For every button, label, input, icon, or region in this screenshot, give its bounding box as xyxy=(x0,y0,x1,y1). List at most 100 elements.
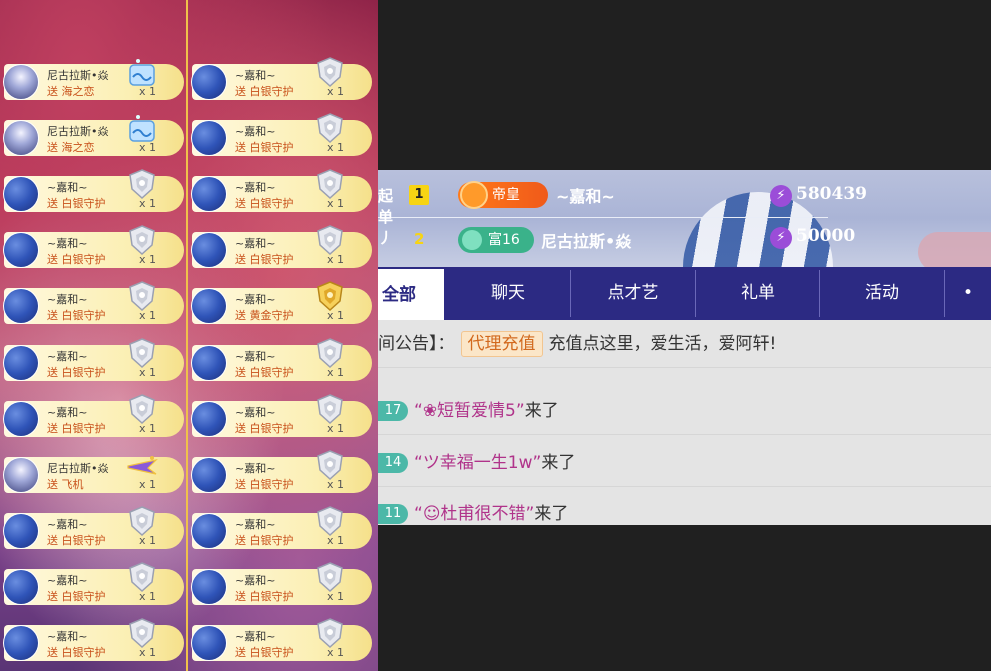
avatar[interactable] xyxy=(192,626,226,660)
gift-sender-name[interactable]: ~嘉和~ xyxy=(47,179,87,195)
rank-2-score: 50000 xyxy=(796,226,856,246)
avatar[interactable] xyxy=(192,289,226,323)
gift-name: 送 白银守护 xyxy=(235,590,294,603)
ranking-side-label: 起 单 丿 xyxy=(378,187,394,247)
chat-message: 14 “ツ幸福一生1w”来了 xyxy=(378,448,575,473)
quote-open: “ xyxy=(414,401,423,421)
gift-name: 送 飞机 xyxy=(47,478,84,491)
chat-text: 来了 xyxy=(541,453,576,473)
quote-close: ” xyxy=(515,401,525,421)
avatar[interactable] xyxy=(192,177,226,211)
gift-sender-name[interactable]: ~嘉和~ xyxy=(47,516,87,532)
gift-sender-name[interactable]: ~嘉和~ xyxy=(235,291,275,307)
gift-sender-name[interactable]: 尼古拉斯•焱 xyxy=(47,67,109,83)
gift-name: 送 白银守护 xyxy=(47,366,106,379)
avatar[interactable] xyxy=(4,570,38,604)
lightning-icon: ⚡ xyxy=(770,185,792,207)
gift-name: 送 白银守护 xyxy=(235,85,294,98)
gift-sender-name[interactable]: ~嘉和~ xyxy=(235,460,275,476)
avatar[interactable] xyxy=(192,402,226,436)
gift-sender-name[interactable]: ~嘉和~ xyxy=(235,628,275,644)
avatar[interactable] xyxy=(4,65,38,99)
chat-divider xyxy=(378,486,991,487)
gift-name: 送 白银守护 xyxy=(47,253,106,266)
gift-notification: ~嘉和~ 送 白银守护 x 1 xyxy=(0,336,186,392)
gift-sender-name[interactable]: ~嘉和~ xyxy=(235,348,275,364)
gift-name: 送 白银守护 xyxy=(235,141,294,154)
gift-notification: ~嘉和~ 送 白银守护 x 1 xyxy=(188,223,374,279)
tab-gift-list[interactable]: 礼单 xyxy=(696,267,820,320)
avatar[interactable] xyxy=(4,289,38,323)
wealth-badge-label: 富16 xyxy=(488,232,520,248)
avatar[interactable] xyxy=(4,402,38,436)
chat-text: 来了 xyxy=(534,504,569,524)
rank-1-username[interactable]: ~嘉和~ xyxy=(556,183,615,207)
tab-activity[interactable]: 活动 xyxy=(820,267,944,320)
avatar[interactable] xyxy=(4,346,38,380)
gift-sender-name[interactable]: ~嘉和~ xyxy=(235,123,275,139)
avatar[interactable] xyxy=(4,626,38,660)
gift-notification: 尼古拉斯•焱送 海之恋 x 1 xyxy=(0,111,186,167)
gift-name: 送 黄金守护 xyxy=(235,309,294,322)
chat-username[interactable]: ❀短暂爱情5 xyxy=(423,401,516,421)
chat-divider xyxy=(378,434,991,435)
gift-sender-name[interactable]: ~嘉和~ xyxy=(235,516,275,532)
gift-sender-name[interactable]: 尼古拉斯•焱 xyxy=(47,460,109,476)
quote-open: “ xyxy=(414,453,423,473)
gift-name: 送 白银守护 xyxy=(235,534,294,547)
avatar[interactable] xyxy=(4,121,38,155)
gift-sender-name[interactable]: ~嘉和~ xyxy=(235,572,275,588)
gift-notification: ~嘉和~ 送 白银守护 x 1 xyxy=(0,560,186,616)
gift-sender-name[interactable]: ~嘉和~ xyxy=(47,235,87,251)
silver-guard-icon xyxy=(124,616,160,652)
chat-username[interactable]: ツ幸福一生1w xyxy=(423,453,533,473)
user-level-badge: 14 xyxy=(378,453,408,473)
gift-sender-name[interactable]: ~嘉和~ xyxy=(235,67,275,83)
avatar[interactable] xyxy=(4,458,38,492)
gift-sender-name[interactable]: ~嘉和~ xyxy=(47,628,87,644)
tab-talent[interactable]: 点才艺 xyxy=(571,267,695,320)
avatar[interactable] xyxy=(192,233,226,267)
user-level-badge: 11 xyxy=(378,504,408,524)
agent-recharge-link[interactable]: 代理充值 xyxy=(460,331,543,357)
wealth-level-badge: 富16 xyxy=(458,227,534,253)
gift-notification: ~嘉和~ 送 白银守护 x 1 xyxy=(188,392,374,448)
gift-notification: ~嘉和~ 送 白银守护 x 1 xyxy=(188,560,374,616)
avatar[interactable] xyxy=(192,570,226,604)
chat-message: 11 “☺杜甫很不错”来了 xyxy=(378,499,568,524)
gift-notification: ~嘉和~ 送 白银守护 x 1 xyxy=(0,504,186,560)
chat-username[interactable]: ☺杜甫很不错 xyxy=(423,504,526,524)
gift-sender-name[interactable]: ~嘉和~ xyxy=(47,291,87,307)
emperor-badge-label: 帝皇 xyxy=(492,187,520,203)
gift-name: 送 海之恋 xyxy=(47,141,95,154)
avatar[interactable] xyxy=(4,233,38,267)
gift-name: 送 白银守护 xyxy=(47,197,106,210)
chat-message: 17 “❀短暂爱情5”来了 xyxy=(378,396,559,421)
avatar[interactable] xyxy=(4,177,38,211)
quote-open: “ xyxy=(414,504,423,524)
gift-sender-name[interactable]: ~嘉和~ xyxy=(47,404,87,420)
avatar[interactable] xyxy=(192,458,226,492)
gift-name: 送 白银守护 xyxy=(47,534,106,547)
avatar[interactable] xyxy=(192,65,226,99)
tab-chat[interactable]: 聊天 xyxy=(446,267,570,320)
tab-all[interactable]: 全部 xyxy=(378,267,444,320)
gift-sender-name[interactable]: ~嘉和~ xyxy=(235,235,275,251)
rank-2-username[interactable]: 尼古拉斯•焱 xyxy=(541,228,631,252)
gift-sender-name[interactable]: ~嘉和~ xyxy=(47,348,87,364)
gift-notification: 尼古拉斯•焱送 海之恋 x 1 xyxy=(0,55,186,111)
silver-guard-icon xyxy=(312,167,348,203)
avatar[interactable] xyxy=(192,514,226,548)
gift-sender-name[interactable]: ~嘉和~ xyxy=(235,404,275,420)
chat-text: 来了 xyxy=(524,401,559,421)
silver-guard-icon xyxy=(312,616,348,652)
gift-sender-name[interactable]: 尼古拉斯•焱 xyxy=(47,123,109,139)
avatar[interactable] xyxy=(192,121,226,155)
silver-guard-icon xyxy=(124,504,160,540)
gift-sender-name[interactable]: ~嘉和~ xyxy=(47,572,87,588)
gift-name: 送 白银守护 xyxy=(47,309,106,322)
avatar[interactable] xyxy=(4,514,38,548)
gift-sender-name[interactable]: ~嘉和~ xyxy=(235,179,275,195)
avatar[interactable] xyxy=(192,346,226,380)
tab-more-dot[interactable]: • xyxy=(945,267,991,320)
